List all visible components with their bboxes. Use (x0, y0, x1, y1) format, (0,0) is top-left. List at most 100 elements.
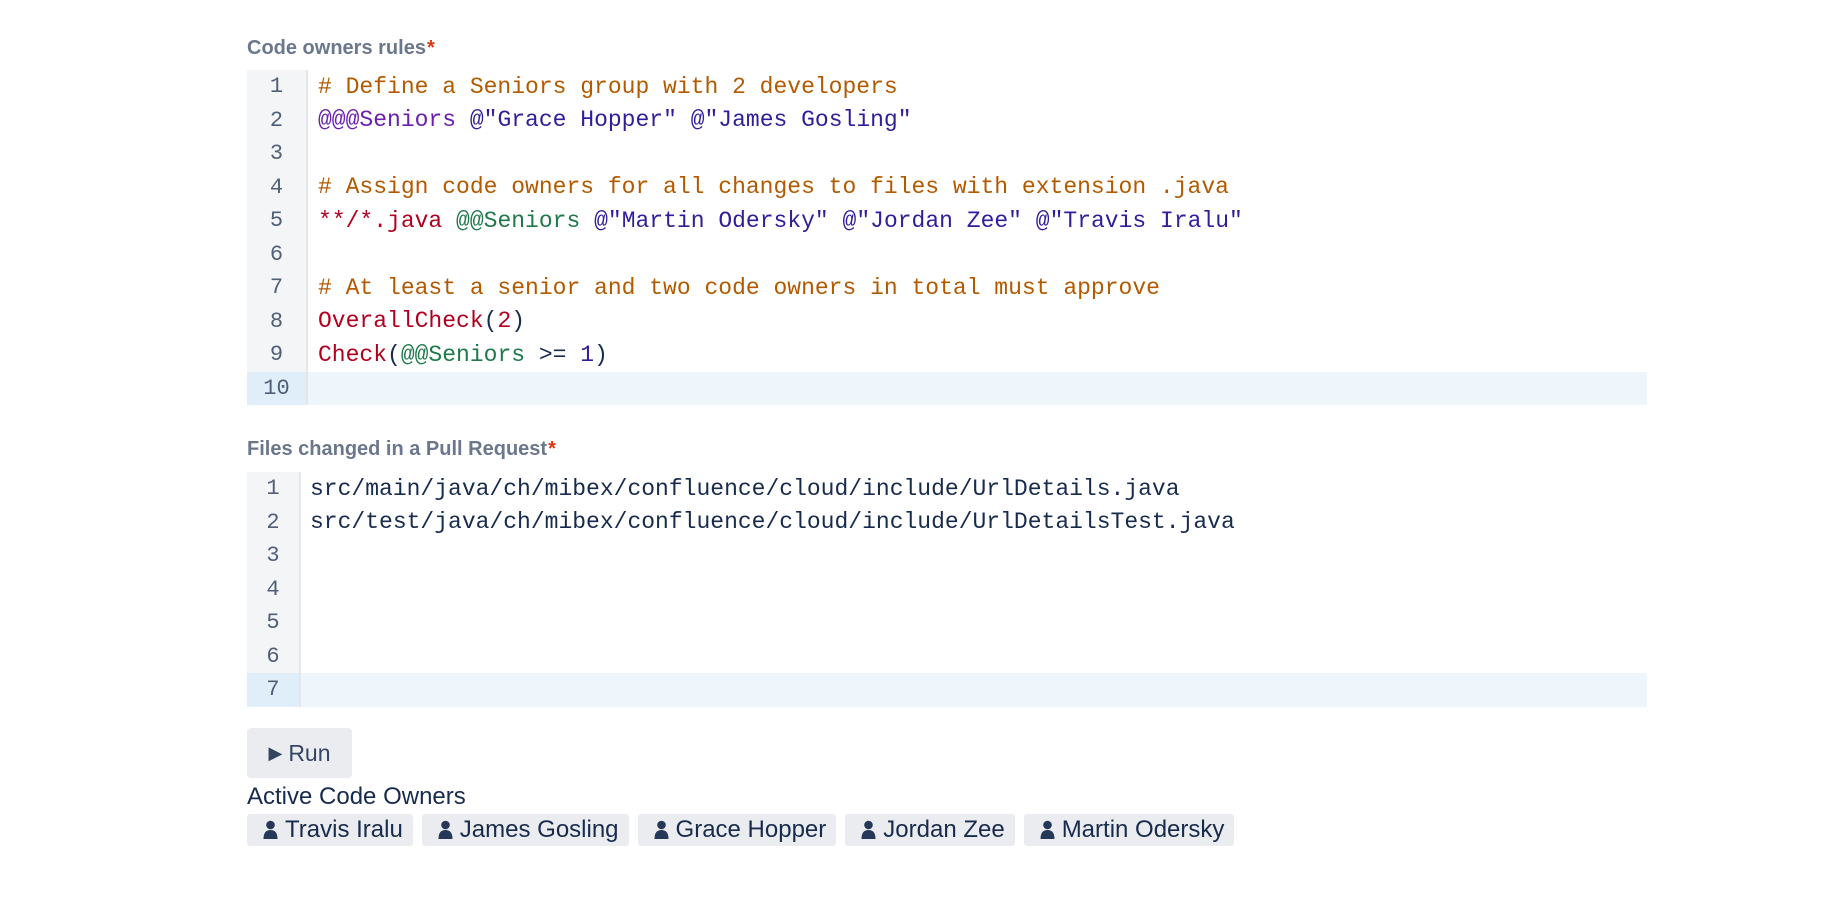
line-number: 6 (247, 639, 301, 673)
editor-line[interactable]: 5 (247, 606, 1647, 640)
code-token: ) (511, 308, 526, 335)
code-token: # At least a senior and two code owners … (318, 274, 1160, 301)
editor-line[interactable]: 8 OverallCheck(2) (247, 304, 1647, 338)
play-icon: ▶ (268, 742, 283, 763)
code-token: 2 (497, 308, 512, 335)
code-token: @@@Seniors (318, 107, 457, 134)
code-token: @"Martin Odersky" (594, 207, 829, 234)
line-number: 1 (247, 472, 301, 506)
code-token: src/test/java/ch/mibex/confluence/cloud/… (310, 509, 1235, 536)
owner-name: James Gosling (459, 816, 619, 843)
editor-line[interactable]: 4 (247, 572, 1647, 606)
line-code: OverallCheck(2) (308, 308, 525, 334)
line-number: 6 (247, 237, 308, 271)
line-number: 8 (247, 304, 308, 338)
code-token: @"Jordan Zee" (842, 207, 1022, 234)
required-mark: * (426, 37, 435, 59)
files-editor[interactable]: 1 src/main/java/ch/mibex/confluence/cloud… (247, 472, 1647, 707)
owner-chip: Grace Hopper (637, 814, 837, 846)
code-token: @"James Gosling" (690, 107, 912, 134)
files-label: Files changed in a Pull Request* (247, 436, 556, 462)
editor-line[interactable]: 6 (247, 639, 1647, 673)
user-icon (1040, 820, 1055, 839)
owner-name: Grace Hopper (675, 816, 827, 843)
editor-line[interactable]: 10 (247, 371, 1647, 405)
editor-line[interactable]: 2 src/test/java/ch/mibex/confluence/cloud… (247, 505, 1647, 539)
editor-line[interactable]: 7 (247, 673, 1647, 707)
code-token: **/*.java (318, 207, 443, 234)
line-code: Check(@@Seniors >= 1) (308, 342, 608, 368)
line-code: # Assign code owners for all changes to … (308, 174, 1229, 200)
line-number: 4 (247, 170, 308, 204)
line-code: **/*.java @@Seniors @"Martin Odersky" @"… (308, 208, 1243, 234)
editor-line[interactable]: 9 Check(@@Seniors >= 1) (247, 338, 1647, 372)
line-number: 5 (247, 606, 301, 640)
owner-chip: Martin Odersky (1023, 814, 1235, 846)
owner-chip: Travis Iralu (247, 814, 413, 846)
code-token: # Assign code owners for all changes to … (318, 174, 1229, 201)
rules-editor[interactable]: 1 # Define a Seniors group with 2 develop… (247, 70, 1647, 405)
line-code: src/main/java/ch/mibex/confluence/cloud/… (301, 476, 1180, 502)
code-token: # Define a Seniors group with 2 develope… (318, 73, 898, 100)
line-code: # Define a Seniors group with 2 develope… (308, 74, 898, 100)
run-button[interactable]: ▶ Run (247, 728, 352, 778)
line-number: 4 (247, 572, 301, 606)
owner-name: Martin Odersky (1061, 816, 1225, 843)
line-number: 3 (247, 539, 301, 573)
line-number: 1 (247, 70, 308, 104)
editor-line[interactable]: 7 # At least a senior and two code owners… (247, 271, 1647, 305)
line-number: 2 (247, 505, 301, 539)
code-token: OverallCheck (318, 308, 484, 335)
owner-name: Jordan Zee (883, 816, 1005, 843)
code-token: >= (525, 341, 581, 368)
editor-line[interactable]: 1 # Define a Seniors group with 2 develop… (247, 70, 1647, 104)
run-button-label: Run (288, 739, 331, 766)
rules-label: Code owners rules* (247, 35, 435, 61)
editor-line[interactable]: 2 @@@Seniors @"Grace Hopper" @"James Gosl… (247, 103, 1647, 137)
code-token: ( (483, 308, 498, 335)
code-token: 1 (580, 341, 595, 368)
code-token: Check (318, 341, 388, 368)
owner-chip: Jordan Zee (845, 814, 1015, 846)
user-icon (861, 820, 876, 839)
code-token: @"Travis Iralu" (1035, 207, 1243, 234)
owner-name: Travis Iralu (285, 816, 403, 843)
line-code: src/test/java/ch/mibex/confluence/cloud/… (301, 509, 1235, 535)
editor-line[interactable]: 6 (247, 237, 1647, 271)
code-token: @@Seniors (400, 341, 526, 368)
editor-line[interactable]: 3 (247, 539, 1647, 573)
line-number: 3 (247, 137, 308, 171)
code-token: ) (594, 341, 608, 368)
rules-label-text: Code owners rules (247, 37, 426, 59)
code-token: ( (387, 341, 401, 368)
line-code: # At least a senior and two code owners … (308, 275, 1160, 301)
owners-list: Travis Iralu James Gosling Grace Hopper Jor… (247, 814, 1235, 846)
line-number: 10 (247, 371, 308, 405)
editor-line[interactable]: 1 src/main/java/ch/mibex/confluence/cloud… (247, 472, 1647, 506)
line-number: 7 (247, 673, 301, 707)
owner-chip: James Gosling (421, 814, 629, 846)
code-token: @@Seniors (456, 207, 581, 234)
line-number: 7 (247, 271, 308, 305)
active-code-owners-title: Active Code Owners (247, 783, 466, 810)
code-token: src/main/java/ch/mibex/confluence/cloud/… (310, 475, 1180, 502)
files-label-text: Files changed in a Pull Request (247, 438, 548, 460)
code-token: @"Grace Hopper" (469, 107, 677, 134)
line-code: @@@Seniors @"Grace Hopper" @"James Gosli… (308, 107, 912, 133)
line-number: 2 (247, 103, 308, 137)
user-icon (654, 820, 669, 839)
user-icon (438, 820, 453, 839)
user-icon (263, 820, 278, 839)
editor-line[interactable]: 5 **/*.java @@Seniors @"Martin Odersky" @… (247, 204, 1647, 238)
line-number: 9 (247, 338, 308, 372)
editor-line[interactable]: 3 (247, 137, 1647, 171)
required-mark: * (548, 438, 556, 460)
line-number: 5 (247, 204, 308, 238)
editor-line[interactable]: 4 # Assign code owners for all changes to… (247, 170, 1647, 204)
